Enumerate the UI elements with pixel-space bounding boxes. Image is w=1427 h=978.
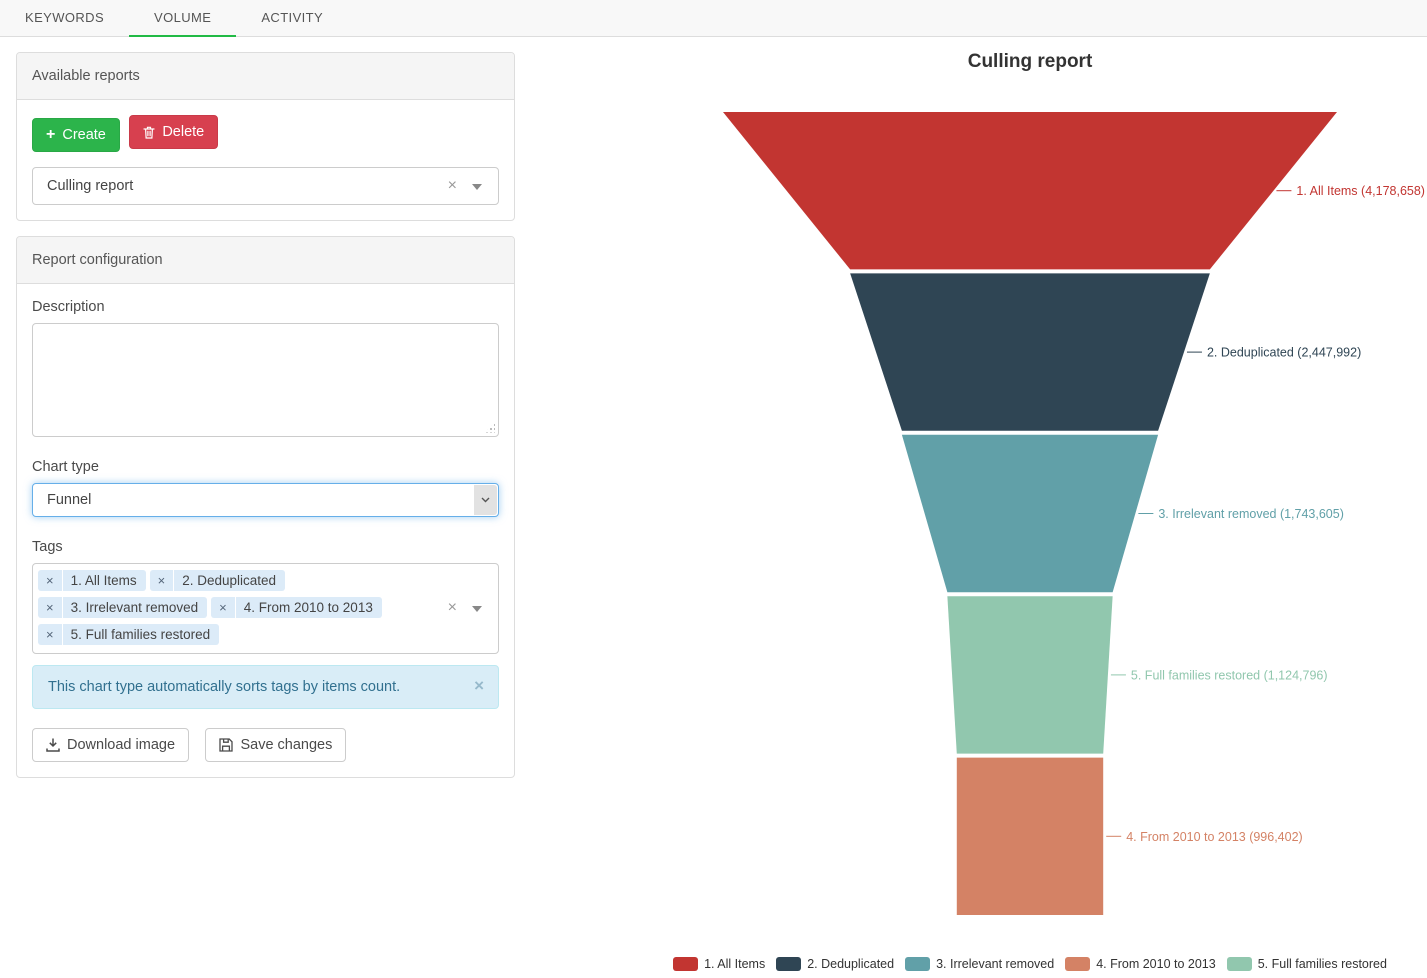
- available-reports-title: Available reports: [17, 53, 514, 100]
- legend-label: 4. From 2010 to 2013: [1096, 957, 1216, 971]
- report-select[interactable]: Culling report ×: [32, 167, 499, 205]
- legend-label: 1. All Items: [704, 957, 765, 971]
- create-button-label: Create: [62, 126, 106, 144]
- chart-type-select[interactable]: Funnel: [32, 483, 499, 517]
- available-reports-panel: Available reports + Create Delete Cullin…: [16, 52, 515, 221]
- chart-type-label: Chart type: [32, 459, 499, 475]
- report-config-body: Description Chart type Funnel Tags ×1. A…: [17, 284, 514, 777]
- delete-button-label: Delete: [162, 123, 204, 141]
- save-icon: [219, 738, 233, 752]
- chart-type-dropdown-icon[interactable]: [474, 485, 497, 515]
- legend-item[interactable]: 1. All Items: [673, 957, 765, 971]
- tags-dropdown-icon[interactable]: [472, 606, 482, 612]
- report-config-title: Report configuration: [17, 237, 514, 284]
- tag-chip-label: 1. All Items: [63, 570, 146, 591]
- plus-icon: +: [46, 127, 55, 143]
- tag-chip-label: 2. Deduplicated: [174, 570, 285, 591]
- legend-item[interactable]: 2. Deduplicated: [776, 957, 894, 971]
- funnel-chart-pane: Culling report 1. All Items (4,178,658)2…: [633, 0, 1427, 978]
- delete-button[interactable]: Delete: [129, 115, 218, 149]
- tag-chip: ×5. Full families restored: [38, 624, 219, 645]
- slice-label: 4. From 2010 to 2013 (996,402): [1126, 830, 1303, 844]
- trash-icon: [143, 126, 155, 139]
- tag-chip-label: 5. Full families restored: [63, 624, 220, 645]
- report-select-clear-icon[interactable]: ×: [448, 178, 457, 194]
- tab-keywords[interactable]: KEYWORDS: [0, 0, 129, 37]
- download-icon: [46, 738, 60, 752]
- legend-item[interactable]: 3. Irrelevant removed: [905, 957, 1054, 971]
- slice-label: 2. Deduplicated (2,447,992): [1207, 346, 1361, 360]
- tags-chip-list: ×1. All Items×2. Deduplicated×3. Irrelev…: [36, 567, 384, 638]
- chart-legend: 1. All Items 2. Deduplicated 3. Irrelevant…: [633, 957, 1427, 971]
- download-image-label: Download image: [67, 736, 175, 754]
- left-column: Available reports + Create Delete Cullin…: [16, 52, 515, 793]
- chart-type-value: Funnel: [47, 492, 91, 508]
- tag-chip: ×4. From 2010 to 2013: [211, 597, 382, 618]
- funnel-svg: 1. All Items (4,178,658) 2. Deduplicated …: [633, 0, 1427, 978]
- save-changes-button[interactable]: Save changes: [205, 728, 346, 762]
- slice-label: 5. Full families restored (1,124,796): [1131, 668, 1328, 682]
- legend-label: 2. Deduplicated: [807, 957, 894, 971]
- tag-remove-icon[interactable]: ×: [38, 570, 63, 591]
- legend-item[interactable]: 4. From 2010 to 2013: [1065, 957, 1216, 971]
- funnel-slice[interactable]: [723, 112, 1337, 269]
- slice-label: 1. All Items (4,178,658): [1296, 184, 1425, 198]
- tags-label: Tags: [32, 539, 499, 555]
- report-select-dropdown-icon[interactable]: [472, 184, 482, 190]
- tag-remove-icon[interactable]: ×: [150, 570, 175, 591]
- description-field[interactable]: [32, 323, 499, 437]
- tags-clear-icon[interactable]: ×: [448, 600, 457, 616]
- slice-label: 3. Irrelevant removed (1,743,605): [1158, 507, 1344, 521]
- legend-swatch: [1065, 957, 1090, 971]
- tag-chip: ×3. Irrelevant removed: [38, 597, 207, 618]
- alert-close-icon[interactable]: ×: [474, 677, 484, 694]
- tag-remove-icon[interactable]: ×: [211, 597, 236, 618]
- funnel-slice[interactable]: [850, 273, 1210, 430]
- sort-info-alert-text: This chart type automatically sorts tags…: [48, 679, 400, 695]
- legend-label: 5. Full families restored: [1258, 957, 1387, 971]
- tag-chip-label: 3. Irrelevant removed: [63, 597, 208, 618]
- funnel-slice[interactable]: [957, 758, 1103, 915]
- available-reports-body: + Create Delete Culling report ×: [17, 100, 514, 220]
- legend-swatch: [1227, 957, 1252, 971]
- description-label: Description: [32, 299, 499, 315]
- tag-chip: ×1. All Items: [38, 570, 146, 591]
- tab-activity[interactable]: ACTIVITY: [236, 0, 348, 37]
- legend-swatch: [905, 957, 930, 971]
- legend-swatch: [776, 957, 801, 971]
- tag-chip: ×2. Deduplicated: [150, 570, 285, 591]
- report-config-panel: Report configuration Description Chart t…: [16, 236, 515, 778]
- sort-info-alert: This chart type automatically sorts tags…: [32, 665, 499, 709]
- tab-volume[interactable]: VOLUME: [129, 0, 236, 37]
- tag-remove-icon[interactable]: ×: [38, 597, 63, 618]
- legend-label: 3. Irrelevant removed: [936, 957, 1054, 971]
- description-field-wrap: [32, 323, 499, 437]
- legend-item[interactable]: 5. Full families restored: [1227, 957, 1387, 971]
- tag-chip-label: 4. From 2010 to 2013: [236, 597, 382, 618]
- save-changes-label: Save changes: [240, 736, 332, 754]
- tags-select[interactable]: ×1. All Items×2. Deduplicated×3. Irrelev…: [32, 563, 499, 654]
- funnel-slice[interactable]: [902, 435, 1158, 592]
- legend-swatch: [673, 957, 698, 971]
- report-select-value: Culling report: [47, 178, 133, 194]
- config-actions: Download image Save changes: [32, 728, 499, 762]
- tag-remove-icon[interactable]: ×: [38, 624, 63, 645]
- download-image-button[interactable]: Download image: [32, 728, 189, 762]
- funnel-slice[interactable]: [947, 596, 1112, 753]
- create-button[interactable]: + Create: [32, 118, 120, 152]
